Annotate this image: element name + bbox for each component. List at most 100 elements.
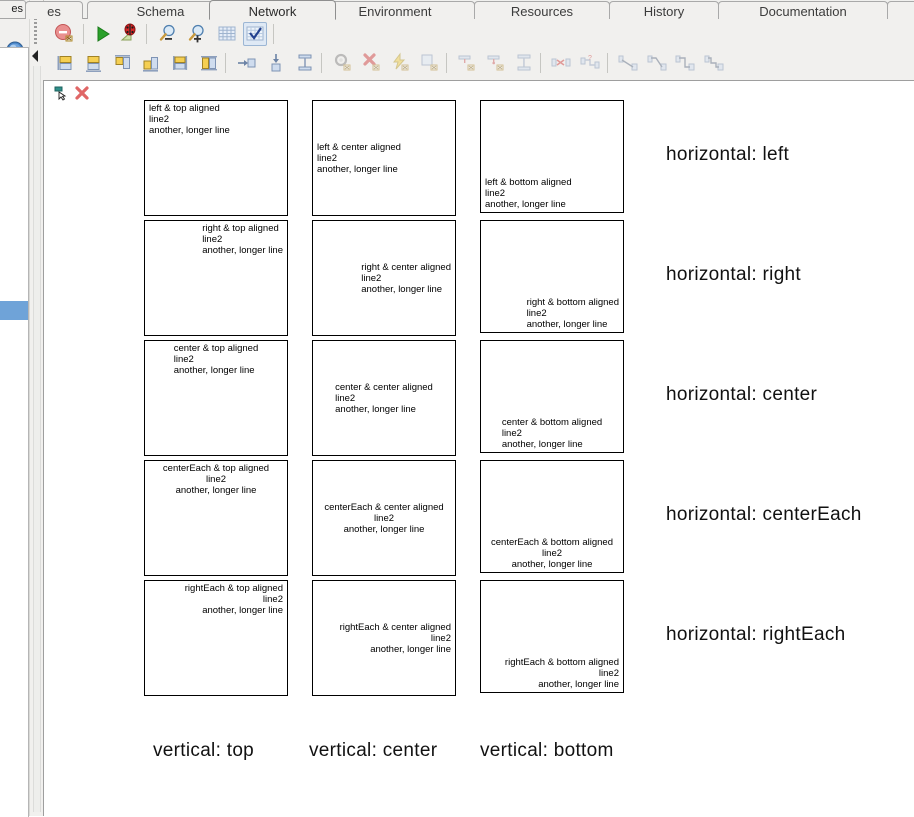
grid-check-icon[interactable] [243, 22, 267, 46]
route-angled-icon[interactable] [645, 51, 669, 75]
align-bottom-left-icon[interactable] [139, 51, 163, 75]
demo-box-text: center & bottom aligned line2 another, l… [498, 415, 606, 452]
row-label-horizontal-righteach: horizontal: rightEach [666, 624, 846, 646]
column-label-vertical-center: vertical: center [309, 740, 437, 762]
link-nodes-icon[interactable] [549, 51, 573, 75]
tab-test-debug[interactable]: Test/Deb [887, 1, 914, 19]
demo-box-center-bottom[interactable]: center & bottom aligned line2 another, l… [480, 340, 624, 453]
demo-box-right-center[interactable]: right & center aligned line2 another, lo… [312, 220, 456, 336]
demo-box-left-center[interactable]: left & center aligned line2 another, lon… [312, 100, 456, 216]
align-bottom-icon[interactable] [82, 51, 106, 75]
zoom-out-button[interactable] [156, 22, 180, 46]
collapse-left-arrow-icon[interactable] [32, 50, 38, 62]
zoom-in-button[interactable] [185, 22, 209, 46]
route-direct-icon[interactable] [616, 51, 640, 75]
route-orthogonal-icon[interactable] [673, 51, 697, 75]
demo-box-center-top[interactable]: center & top aligned line2 another, long… [144, 340, 288, 456]
align-center-v-icon[interactable] [197, 51, 221, 75]
toolbar-separator-3 [273, 24, 274, 44]
column-label-vertical-bottom: vertical: bottom [480, 740, 614, 762]
application-window: es ? es Schema Network E [0, 0, 914, 816]
toolbar-separator-7 [540, 53, 541, 73]
panel-splitter[interactable] [29, 0, 44, 816]
toolbar-separator-4 [225, 53, 226, 73]
align-left-icon[interactable] [53, 51, 77, 75]
column-label-vertical-top: vertical: top [153, 740, 254, 762]
node-pointer-icon[interactable] [54, 85, 70, 106]
anchor-top-add-icon[interactable] [455, 51, 479, 75]
demo-box-text: left & top aligned line2 another, longer… [145, 101, 234, 138]
demo-box-text: rightEach & top aligned line2 another, l… [181, 581, 287, 618]
lightning-add-icon[interactable] [389, 51, 413, 75]
demo-box-text: right & bottom aligned line2 another, lo… [523, 295, 623, 332]
splitter-track[interactable] [33, 66, 41, 812]
tab-resources[interactable]: Resources [474, 1, 610, 19]
row-label-horizontal-right: horizontal: right [666, 264, 801, 286]
left-docked-panel: es ? [0, 0, 29, 816]
editor-toolbars: ? [43, 19, 914, 81]
demo-box-right-top[interactable]: right & top aligned line2 another, longe… [144, 220, 288, 336]
debug-button[interactable] [117, 22, 141, 46]
tab-environment[interactable]: Environment [315, 1, 475, 19]
page-add-icon[interactable] [418, 51, 442, 75]
demo-box-righteach-top[interactable]: rightEach & top aligned line2 another, l… [144, 580, 288, 696]
remove-node-button[interactable] [53, 22, 77, 46]
route-question-icon[interactable]: ? [578, 51, 602, 75]
demo-box-righteach-center[interactable]: rightEach & center aligned line2 another… [312, 580, 456, 696]
demo-box-text: centerEach & top aligned line2 another, … [159, 461, 273, 498]
demo-box-centereach-center[interactable]: centerEach & center aligned line2 anothe… [312, 460, 456, 576]
vertical-connector-icon[interactable] [512, 51, 536, 75]
toolbar-separator-8 [607, 53, 608, 73]
tab-history[interactable]: History [609, 1, 719, 19]
align-top-right-icon[interactable] [111, 51, 135, 75]
demo-box-left-top[interactable]: left & top aligned line2 another, longer… [144, 100, 288, 216]
svg-text:?: ? [588, 55, 592, 62]
toolbar-separator-5 [321, 53, 322, 73]
grid-icon[interactable] [215, 22, 239, 46]
demo-box-righteach-bottom[interactable]: rightEach & bottom aligned line2 another… [480, 580, 624, 693]
toolbar-row-primary [43, 19, 914, 49]
left-panel-toolbar: ? [0, 19, 29, 46]
run-button[interactable] [91, 22, 115, 46]
network-canvas[interactable]: left & top aligned line2 another, longer… [43, 81, 914, 816]
toolbar-separator-1 [83, 24, 84, 44]
move-down-icon[interactable] [264, 51, 288, 75]
demo-box-text: right & top aligned line2 another, longe… [198, 221, 287, 258]
demo-box-text: center & top aligned line2 another, long… [170, 341, 263, 378]
left-panel-tab[interactable]: es [0, 0, 26, 17]
toolbar-separator-6 [446, 53, 447, 73]
left-panel-selected-item[interactable] [0, 301, 28, 320]
tab-network[interactable]: Network [209, 0, 336, 20]
distribute-icon[interactable] [293, 51, 317, 75]
demo-box-text: centerEach & bottom aligned line2 anothe… [487, 535, 617, 572]
demo-box-text: left & center aligned line2 another, lon… [313, 140, 405, 177]
demo-box-text: center & center aligned line2 another, l… [331, 380, 437, 417]
demo-box-text: rightEach & bottom aligned line2 another… [501, 655, 623, 692]
red-x-icon[interactable] [74, 85, 90, 106]
move-into-icon[interactable] [234, 51, 258, 75]
route-stepped-icon[interactable] [702, 51, 726, 75]
row-label-horizontal-centereach: horizontal: centerEach [666, 504, 862, 526]
demo-box-center-center[interactable]: center & center aligned line2 another, l… [312, 340, 456, 456]
anchor-bottom-add-icon[interactable] [484, 51, 508, 75]
demo-box-centereach-top[interactable]: centerEach & top aligned line2 another, … [144, 460, 288, 576]
tab-es[interactable]: es [25, 1, 83, 19]
align-center-h-icon[interactable] [168, 51, 192, 75]
tab-documentation[interactable]: Documentation [718, 1, 888, 19]
row-label-horizontal-center: horizontal: center [666, 384, 817, 406]
demo-box-centereach-bottom[interactable]: centerEach & bottom aligned line2 anothe… [480, 460, 624, 573]
canvas-tool-icons [49, 83, 109, 103]
demo-box-left-bottom[interactable]: left & bottom aligned line2 another, lon… [480, 100, 624, 213]
demo-box-text: rightEach & center aligned line2 another… [336, 620, 455, 657]
main-tab-strip: es Schema Network Environment Resources … [43, 0, 914, 19]
toolbar-row-alignment: ? [43, 48, 914, 78]
left-panel-list[interactable] [0, 47, 29, 817]
demo-box-text: centerEach & center aligned line2 anothe… [320, 500, 447, 537]
row-label-horizontal-left: horizontal: left [666, 144, 789, 166]
demo-box-right-bottom[interactable]: right & bottom aligned line2 another, lo… [480, 220, 624, 333]
toolbar-separator-2 [146, 24, 147, 44]
red-x-add-icon[interactable] [360, 51, 384, 75]
demo-box-text: right & center aligned line2 another, lo… [357, 260, 455, 297]
demo-box-text: left & bottom aligned line2 another, lon… [481, 175, 576, 212]
gear-add-icon[interactable] [331, 51, 355, 75]
